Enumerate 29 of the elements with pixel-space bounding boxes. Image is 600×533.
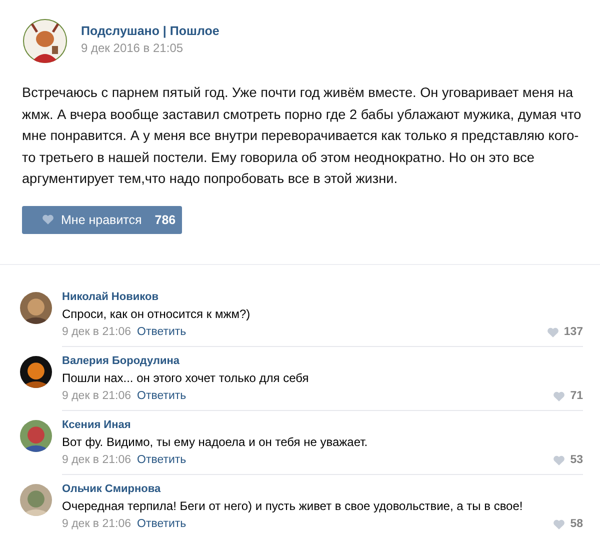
reply-link[interactable]: Ответить: [137, 388, 186, 404]
heart-icon[interactable]: [546, 326, 559, 338]
comment-date: 9 дек в 21:06: [62, 452, 132, 468]
comment-date: 9 дек в 21:06: [62, 324, 132, 340]
commenter-name-link[interactable]: Ксения Иная: [62, 418, 583, 432]
heart-icon: [42, 214, 54, 225]
comment-date: 9 дек в 21:06: [62, 516, 132, 532]
heart-icon[interactable]: [553, 454, 566, 466]
like-button[interactable]: Мне нравится 786: [22, 206, 182, 234]
like-count: 71: [570, 388, 583, 404]
heart-icon[interactable]: [553, 518, 566, 530]
reply-link[interactable]: Ответить: [137, 452, 186, 468]
like-count: 58: [570, 516, 583, 532]
comment-text: Спроси, как он относится к мжм?): [62, 306, 252, 322]
comment-text: Пошли нах... он этого хочет только для себя: [62, 370, 310, 386]
heart-icon[interactable]: [553, 390, 566, 402]
like-count: 137: [564, 324, 583, 340]
comment-date: 9 дек в 21:06: [62, 388, 132, 404]
post-date: 9 дек 2016 в 21:05: [81, 41, 184, 55]
group-name-link[interactable]: Подслушано | Пошлое: [81, 24, 220, 38]
reply-link[interactable]: Ответить: [137, 324, 186, 340]
commenter-name-link[interactable]: Валерия Бородулина: [62, 354, 583, 368]
commenter-name-link[interactable]: Ольчик Смирнова: [62, 482, 583, 496]
reply-link[interactable]: Ответить: [137, 516, 186, 532]
like-count: 53: [570, 452, 583, 468]
comment-text: Вот фу. Видимо, ты ему надоела и он тебя не уважает.: [62, 434, 369, 450]
post-text: Встречаюсь с парнем пятый год. Уже почти год живём вместе. Он уговаривает меня на жмж. А вчера вообще заставил смотреть порно где 2 бабы ублажают мужика, думая что мне понравится. А у меня все внутри переворачивается как только я представляю кого-то третьего в нашей постели. Ему говорила об этом неоднократно. Но он это все аргументирует тем,что надо попробовать все в этой жизни.: [22, 84, 582, 188]
comment-text: Очередная терпила! Беги от него) и пусть живет в свое удовольствие, а ты в свое!: [62, 498, 524, 514]
commenter-name-link[interactable]: Николай Новиков: [62, 290, 583, 304]
